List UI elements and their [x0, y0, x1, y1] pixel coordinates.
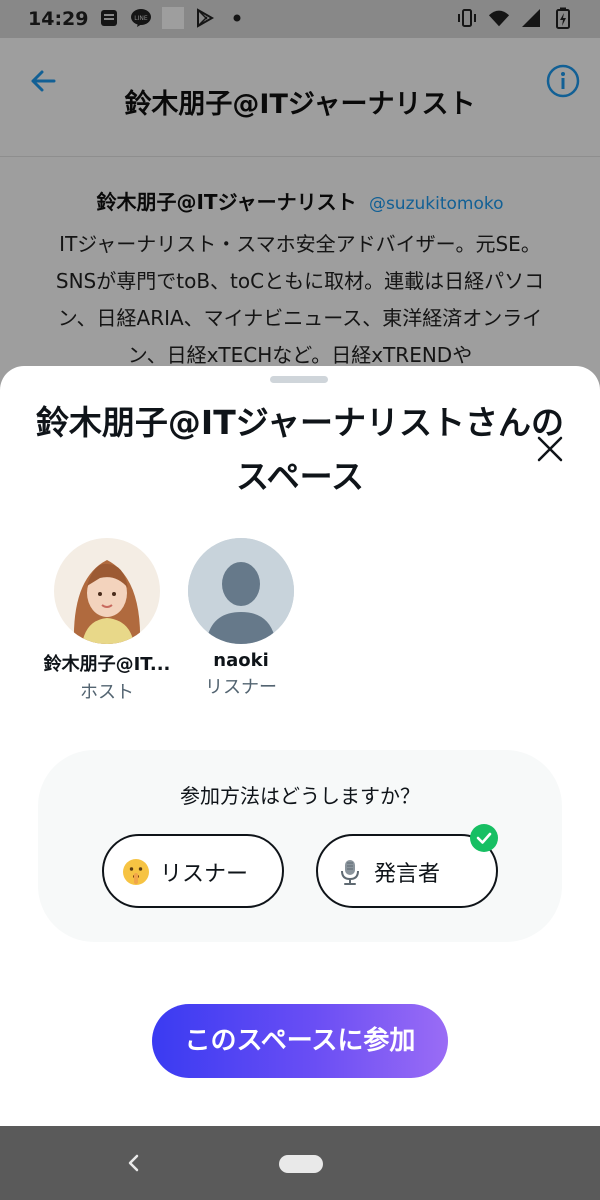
participant-name: 鈴木朋子@IT... — [43, 654, 171, 675]
default-avatar — [188, 538, 294, 644]
space-bottom-sheet: 鈴木朋子@ITジャーナリストさんのスペース 鈴木朋子@IT... ホスト nao… — [0, 366, 600, 1126]
participant-host[interactable]: 鈴木朋子@IT... ホスト — [42, 538, 172, 704]
drag-handle[interactable] — [270, 376, 328, 383]
nav-back-icon[interactable] — [124, 1152, 144, 1174]
speaker-option-button[interactable]: 発言者 — [316, 824, 498, 908]
host-avatar — [54, 538, 160, 644]
listener-option-button[interactable]: リスナー — [102, 834, 284, 908]
shushing-face-icon — [122, 858, 150, 886]
nav-home-pill[interactable] — [279, 1155, 323, 1173]
space-title: 鈴木朋子@ITジャーナリストさんのスペース — [35, 403, 565, 496]
participant-role: ホスト — [80, 682, 134, 703]
close-icon[interactable] — [535, 434, 565, 464]
join-mode-card: 参加方法はどうしますか？ リスナー 発言者 — [38, 750, 562, 942]
selected-check-icon — [470, 824, 498, 852]
participant-name: naoki — [213, 650, 269, 671]
speaker-option-label: 発言者 — [374, 862, 441, 887]
participant-listener[interactable]: naoki リスナー — [176, 538, 306, 699]
participant-role: リスナー — [205, 677, 277, 698]
microphone-icon — [336, 858, 364, 886]
listener-option-label: リスナー — [160, 862, 249, 887]
system-nav-bar — [0, 1126, 600, 1200]
join-question: 参加方法はどうしますか？ — [180, 784, 420, 808]
join-space-button[interactable]: このスペースに参加 — [152, 1004, 448, 1078]
